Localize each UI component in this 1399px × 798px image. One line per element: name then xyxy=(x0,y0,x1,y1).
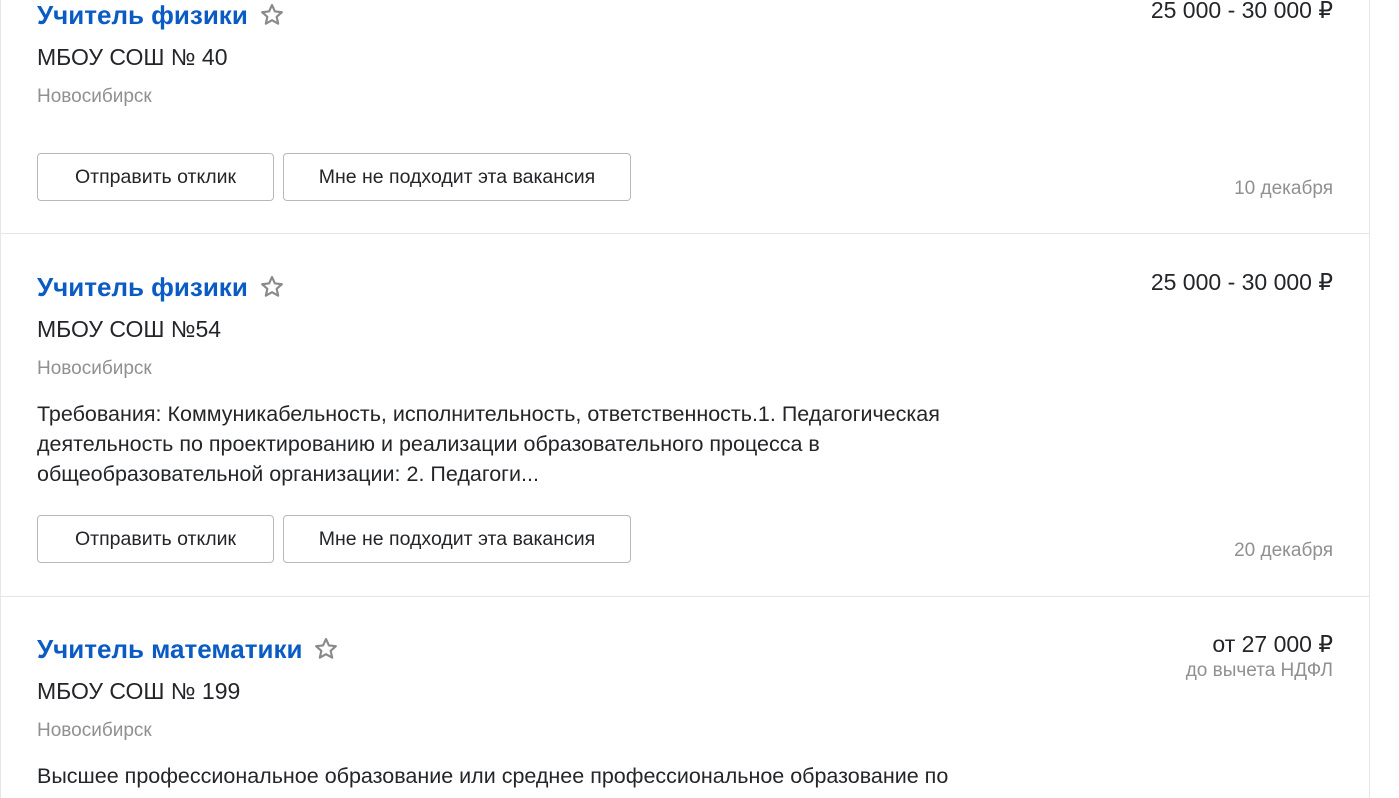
vacancy-company: МБОУ СОШ №54 xyxy=(37,316,222,342)
vacancy-description: Требования: Коммуникабельность, исполнит… xyxy=(37,402,940,486)
vacancy-salary: 25 000 - 30 000 ₽ xyxy=(1150,0,1333,23)
vacancy-title-row: Учитель физики xyxy=(37,0,285,30)
vacancy-city: Новосибирск xyxy=(37,720,152,741)
vacancy-title-row: Учитель физики xyxy=(37,272,285,302)
vacancy-salary-note: до вычета НДФЛ xyxy=(1185,660,1333,681)
vacancy-description: Высшее профессиональное образование или … xyxy=(37,764,949,788)
vacancy-title-row: Учитель математики xyxy=(37,634,339,664)
star-outline-icon[interactable] xyxy=(259,274,285,300)
vacancy-company: МБОУ СОШ № 199 xyxy=(37,678,241,704)
apply-button[interactable]: Отправить отклик xyxy=(37,515,274,563)
vacancy-card: Учитель физики МБОУ СОШ №54 Новосибирск … xyxy=(1,234,1369,597)
vacancy-city: Новосибирск xyxy=(37,358,152,379)
vacancy-salary: от 27 000 ₽ xyxy=(1212,631,1333,657)
vacancy-title-link[interactable]: Учитель математики xyxy=(37,634,302,665)
apply-button[interactable]: Отправить отклик xyxy=(37,153,274,201)
vacancy-city: Новосибирск xyxy=(37,86,152,107)
vacancy-card: Учитель математики МБОУ СОШ № 199 Новоси… xyxy=(1,597,1369,798)
vacancy-card: Учитель физики МБОУ СОШ № 40 Новосибирск… xyxy=(1,0,1369,234)
vacancy-title-link[interactable]: Учитель физики xyxy=(37,272,248,303)
vacancy-list: Учитель физики МБОУ СОШ № 40 Новосибирск… xyxy=(0,0,1370,798)
vacancy-company: МБОУ СОШ № 40 xyxy=(37,44,228,70)
not-suitable-button[interactable]: Мне не подходит эта вакансия xyxy=(283,153,631,201)
vacancy-title-link[interactable]: Учитель физики xyxy=(37,0,248,31)
vacancy-salary: 25 000 - 30 000 ₽ xyxy=(1150,269,1333,295)
vacancy-date: 10 декабря xyxy=(1234,178,1333,199)
star-outline-icon[interactable] xyxy=(259,2,285,28)
vacancy-date: 20 декабря xyxy=(1234,540,1333,561)
star-outline-icon[interactable] xyxy=(313,636,339,662)
not-suitable-button[interactable]: Мне не подходит эта вакансия xyxy=(283,515,631,563)
